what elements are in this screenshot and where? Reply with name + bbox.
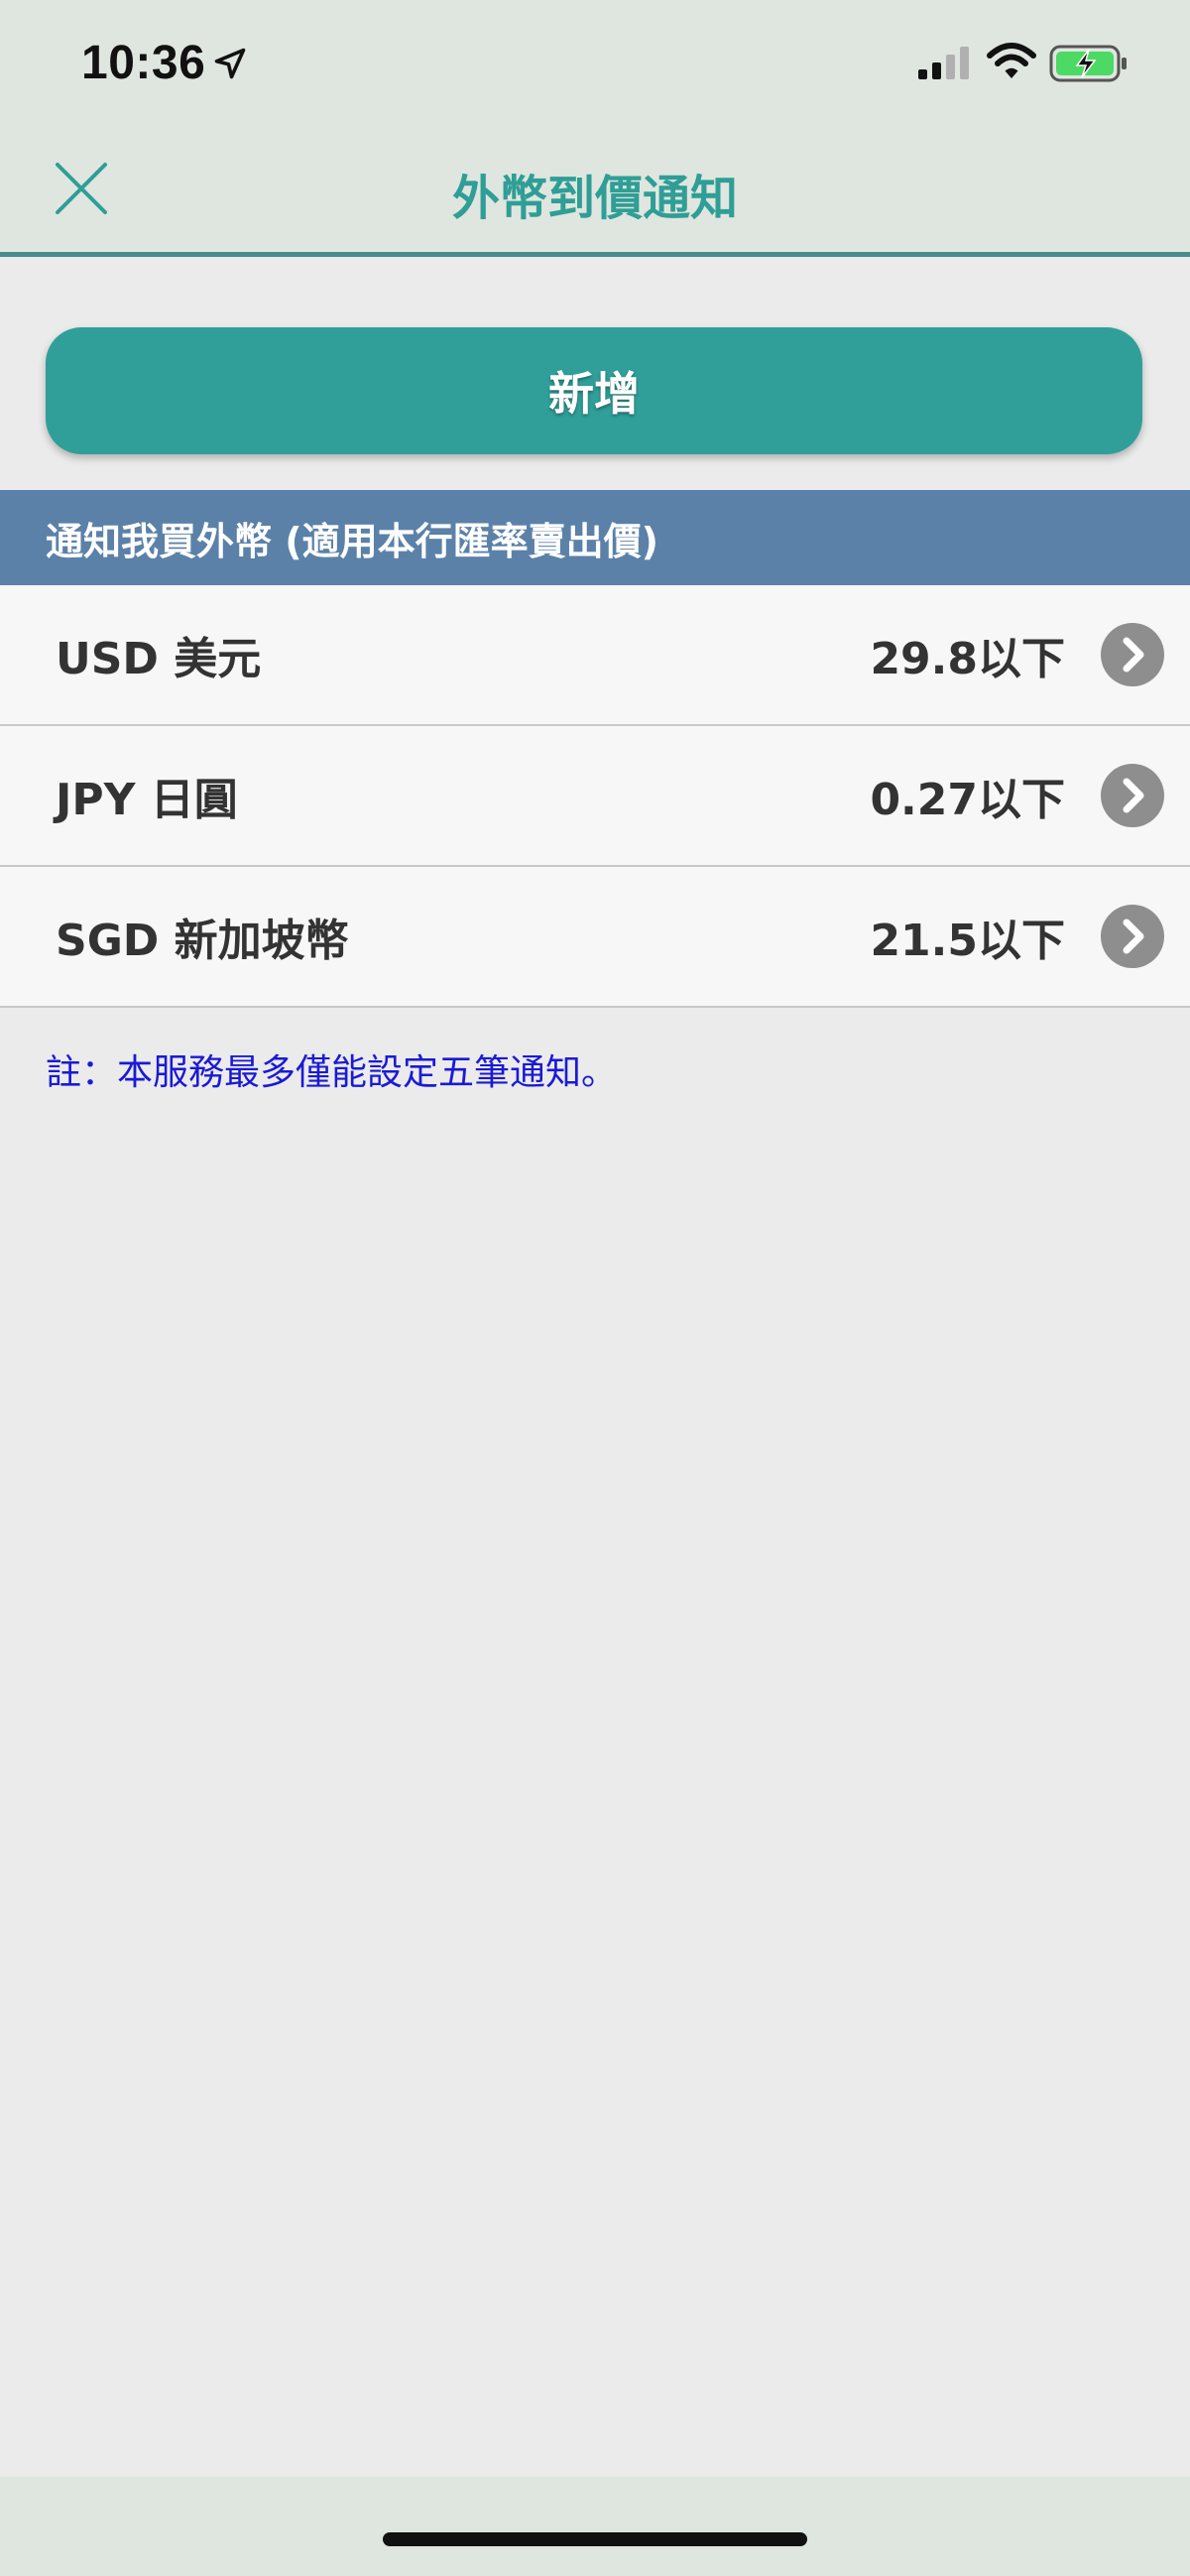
status-time: 10:36 <box>81 37 206 89</box>
alert-item-usd[interactable]: USD 美元 29.8以下 <box>0 585 1190 726</box>
section-header: 通知我買外幣 (適用本行匯率賣出價) <box>0 490 1190 585</box>
alert-item-jpy[interactable]: JPY 日圓 0.27以下 <box>0 726 1190 867</box>
alert-item-sgd[interactable]: SGD 新加坡幣 21.5以下 <box>0 867 1190 1008</box>
header-divider <box>0 252 1190 257</box>
service-note: 註：本服務最多僅能設定五筆通知。 <box>46 1052 618 1093</box>
alert-currency: USD 美元 <box>56 634 262 684</box>
alert-threshold: 0.27以下 <box>870 775 1065 825</box>
screen: 10:36 外幣到價通知 新增 通知我買外幣 (適用本行匯率賣出價) USD 美… <box>0 0 1190 2576</box>
alert-list: USD 美元 29.8以下 JPY 日圓 0.27以下 SGD 新加坡幣 21.… <box>0 585 1190 1008</box>
chevron-right-icon <box>1101 764 1164 827</box>
wifi-icon <box>987 43 1036 78</box>
battery-charging-icon <box>1049 45 1127 82</box>
alert-threshold: 29.8以下 <box>870 634 1065 684</box>
alert-currency: JPY 日圓 <box>56 775 238 825</box>
cellular-signal-icon <box>918 47 969 79</box>
alert-currency: SGD 新加坡幣 <box>56 916 349 966</box>
chevron-right-icon <box>1101 905 1164 968</box>
alert-threshold: 21.5以下 <box>870 916 1065 966</box>
add-alert-button[interactable]: 新增 <box>46 327 1142 454</box>
close-icon <box>56 163 107 214</box>
home-indicator[interactable] <box>383 2532 807 2546</box>
location-arrow-icon <box>214 48 246 79</box>
page-title: 外幣到價通知 <box>451 171 738 226</box>
close-button[interactable] <box>50 157 113 220</box>
chevron-right-icon <box>1101 623 1164 686</box>
bottom-area <box>0 2477 1190 2576</box>
